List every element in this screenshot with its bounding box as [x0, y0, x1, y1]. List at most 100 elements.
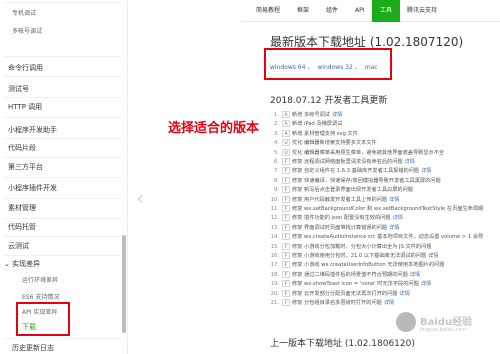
- sidebar-item-impl-differences[interactable]: ⌄ 实现差异: [4, 259, 127, 269]
- changelog-type-badge: F: [282, 186, 290, 194]
- sidebar-item-es6-support[interactable]: ES6 支持情况: [22, 292, 127, 301]
- changelog-detail-link[interactable]: 详情: [421, 281, 431, 287]
- changelog-item: 3. A 新增 素材管理支持 svg 文件: [270, 129, 500, 139]
- sidebar-item-http-call[interactable]: HTTP 调用: [8, 102, 127, 112]
- baidu-paw-icon: [396, 312, 416, 332]
- changelog-item-number: 14.: [270, 234, 279, 241]
- sidebar-divider: [4, 338, 122, 339]
- changelog-type-badge: F: [282, 158, 290, 165]
- update-title: 2018.07.12 开发者工具更新: [270, 96, 388, 106]
- changelog-item-number: 7.: [274, 168, 279, 175]
- changelog-item: 9. F 修复 新写后点击登录界面出现开发者工具白屏的问题: [270, 186, 500, 195]
- changelog-item-text: 修复 分包组目录名多层级时打开的问题: [292, 300, 382, 306]
- sidebar-item-third-party-platform[interactable]: 第三方平台: [8, 162, 127, 172]
- changelog-type-badge: F: [282, 242, 290, 250]
- nav-item-tutorial[interactable]: 简易教程: [256, 0, 280, 22]
- sidebar-item-test-account[interactable]: 测试号: [8, 84, 127, 94]
- changelog-type-badge: F: [282, 252, 290, 259]
- nav-item-framework[interactable]: 框架: [297, 0, 309, 22]
- changelog-detail-link[interactable]: 详情: [410, 272, 420, 278]
- sidebar-item-cloud-test[interactable]: 云测试: [8, 241, 127, 251]
- changelog-detail-link[interactable]: 详情: [399, 291, 409, 297]
- sidebar-nav: 专机调试 多帐号调试 命令行调用 测试号 HTTP 调用 小程序开发助手 代码片…: [0, 0, 128, 354]
- sidebar-item-history-changelog[interactable]: 历史更新日志: [12, 343, 127, 353]
- changelog-item: 12. F 修复 插件功能的 json 配置没有生效的问题 详情: [270, 214, 500, 223]
- sidebar-item-code-hosting[interactable]: 代码托管: [8, 222, 127, 232]
- changelog-item: 14. F 修复 wx.createAudioInstance src 基本地项目文…: [270, 233, 500, 242]
- nav-item-tencent-cloud[interactable]: 腾讯云支持: [407, 0, 437, 22]
- sidebar-item-runtime-differences[interactable]: 运行环境差异: [22, 275, 127, 284]
- changelog-detail-link[interactable]: 详情: [389, 197, 399, 203]
- changelog-item-number: 19.: [270, 281, 279, 288]
- nav-item-api[interactable]: API: [355, 0, 365, 22]
- changelog-item-text: 修复 插件功能的 json 配置没有生效的问题: [292, 215, 391, 222]
- changelog-item: 20. F 修复 云开发部分分配页面无法再次打开的问题 详情: [270, 289, 500, 299]
- sidebar-item-multi-account-debug[interactable]: 多帐号调试: [12, 26, 127, 35]
- sidebar-divider: [4, 138, 122, 139]
- changelog-item-text: 新增 素材管理支持 svg 文件: [292, 130, 358, 137]
- changelog-detail-link[interactable]: 详情: [428, 253, 438, 259]
- sidebar-scrollbar[interactable]: [122, 235, 126, 333]
- sidebar-item-cli[interactable]: 命令行调用: [8, 63, 127, 73]
- changelog-item-text: 修复 云开发部分分配页面无法再次打开的问题: [292, 290, 398, 297]
- changelog-type-badge: A: [282, 111, 290, 118]
- changelog-item-number: 21.: [270, 300, 279, 306]
- changelog-type-badge: F: [282, 261, 290, 269]
- changelog-item-text: 修复 快速编译，快速保存/收回模拟器导致开发者工具黑屏的问题: [292, 177, 441, 184]
- sidebar-item-plugin-dev[interactable]: 小程序插件开发: [8, 183, 127, 193]
- changelog-detail-link[interactable]: 详情: [389, 225, 399, 231]
- changelog-type-badge: F: [282, 289, 290, 297]
- nav-item-tools[interactable]: 工具: [372, 0, 400, 22]
- sidebar-item-label: 实现差异: [12, 260, 41, 268]
- sidebar-item-code-snippets[interactable]: 代码片段: [8, 143, 127, 153]
- changelog-item-text: 修复 用户代码触发开发者工具上传的问题: [292, 196, 388, 203]
- sidebar-divider: [4, 157, 122, 158]
- changelog-type-badge: F: [282, 167, 290, 175]
- sidebar-divider: [4, 97, 122, 98]
- changelog-item-number: 9.: [274, 187, 279, 194]
- changelog-type-badge: F: [282, 176, 290, 184]
- changelog-item-number: 16.: [270, 253, 279, 259]
- previous-version-title: 上一版本下载地址 (1.02.1806120): [270, 339, 415, 349]
- changelog-item: 10. F 修复 用户代码触发开发者工具上传的问题 详情: [270, 195, 500, 205]
- sidebar-divider: [4, 56, 122, 57]
- changelog-item-number: 11.: [270, 206, 279, 212]
- changelog-detail-link[interactable]: 详情: [384, 300, 394, 306]
- changelog-item-number: 3.: [274, 130, 279, 137]
- sidebar-divider: [4, 255, 122, 256]
- changelog-type-badge: F: [282, 205, 290, 212]
- changelog-item-number: 10.: [270, 196, 279, 203]
- sidebar-divider: [4, 218, 122, 219]
- changelog-item-text: 修复 通过二维码插件后的场景值不符合预期的问题: [292, 271, 408, 278]
- changelog-item: 17. F 修复 小游戏 wx.createUserInfoButton 无法使用本…: [270, 261, 500, 270]
- changelog-item: 13. F 修复 界面调试时页面堆栈计算错误的问题 详情: [270, 223, 500, 233]
- sidebar-item-dev-assistant[interactable]: 小程序开发助手: [8, 125, 127, 135]
- chevron-left-icon[interactable]: [137, 194, 147, 204]
- changelog-type-badge: U: [282, 139, 290, 147]
- changelog-item-text: 修复 小游戏分包加载时，分包大小计算出全为 JS 文件的问题: [292, 243, 432, 250]
- changelog-type-badge: F: [282, 280, 290, 288]
- changelog-detail-link[interactable]: 详情: [405, 159, 415, 165]
- changelog-item-number: 6.: [274, 159, 279, 165]
- top-nav: 简易教程 框架 组件 API 工具 腾讯云支持: [242, 0, 500, 22]
- changelog-item: 1. A 新增 多帐号调试 详情: [270, 111, 500, 120]
- changelog-item-text: 修复 自定义组件在 1.6.3 基础库开发者工具报错的问题: [292, 168, 420, 175]
- watermark-url: jingyan.baidu.com: [420, 327, 467, 333]
- changelog-item-text: 优化 编辑器新增索支持要多文本文件: [292, 140, 377, 147]
- sidebar-item-device-debug[interactable]: 专机调试: [12, 8, 127, 17]
- sidebar-item-asset-management[interactable]: 素材管理: [8, 203, 127, 213]
- changelog-item-text: 修复 wx.setBackgroundColor 和 wx.setBackgro…: [292, 206, 484, 212]
- changelog-item-text: 新增 iPad 及横屏调试: [292, 121, 343, 128]
- changelog-detail-link[interactable]: 详情: [332, 112, 342, 118]
- download-highlight-box: [16, 302, 70, 336]
- changelog-item-text: 修复 界面调试时页面堆栈计算错误的问题: [292, 224, 388, 231]
- changelog-item: 16. F 修复 小游戏使用分包时，21.0 以下基础库无法调试的问题 详情: [270, 252, 500, 261]
- changelog-item-text: 修复 新写后点击登录界面出现开发者工具白屏的问题: [292, 187, 413, 194]
- sidebar-divider: [4, 236, 122, 237]
- changelog-detail-link[interactable]: 详情: [393, 215, 403, 221]
- changelog-item-number: 20.: [270, 290, 279, 297]
- changelog-item: 11. F 修复 wx.setBackgroundColor 和 wx.setBac…: [270, 205, 500, 214]
- nav-item-components[interactable]: 组件: [326, 0, 338, 22]
- changelog-detail-link[interactable]: 详情: [421, 168, 431, 174]
- changelog-type-badge: A: [282, 129, 290, 137]
